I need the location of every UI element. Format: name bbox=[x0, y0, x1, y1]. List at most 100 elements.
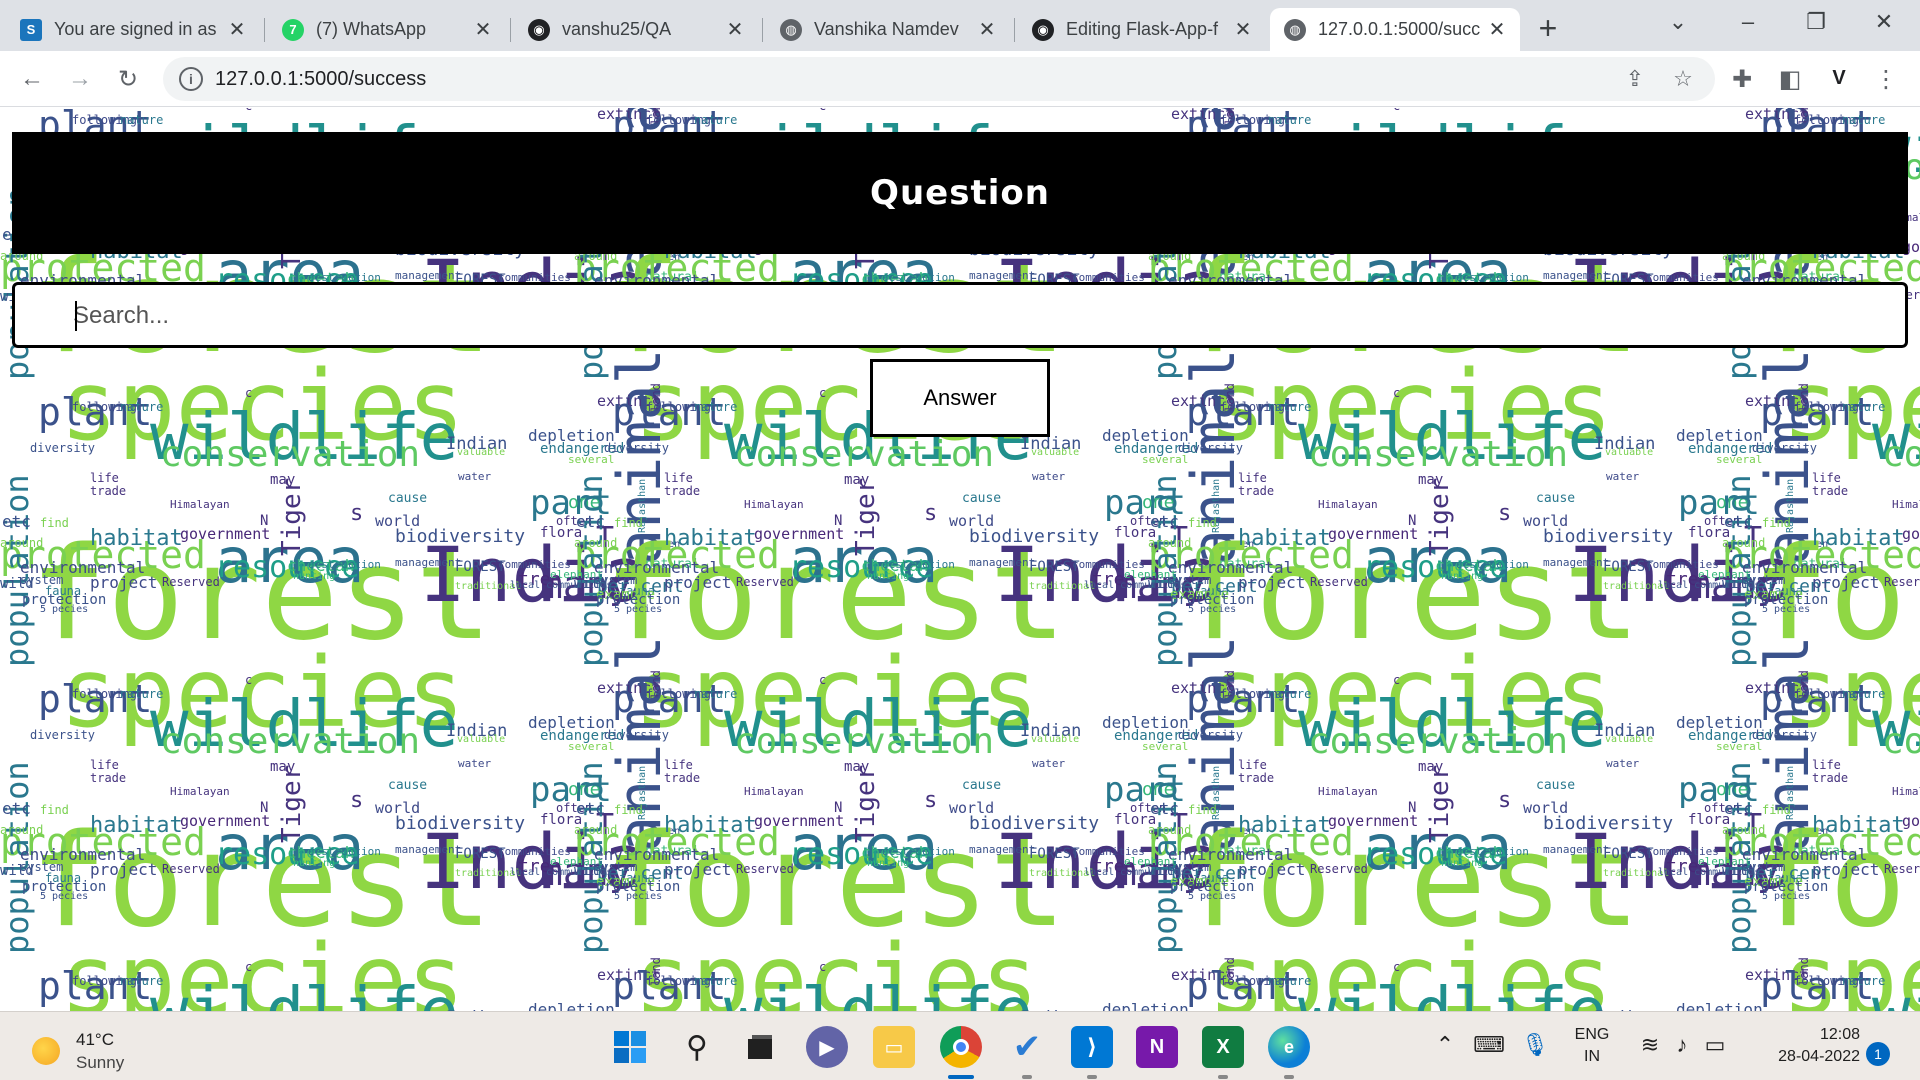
todo-check-icon[interactable]: ✔ bbox=[1006, 1026, 1048, 1068]
star-bookmark-icon[interactable]: ☆ bbox=[1669, 65, 1697, 93]
chrome-icon[interactable] bbox=[940, 1026, 982, 1068]
wordcloud-word: N bbox=[260, 800, 268, 816]
wordcloud-word: destruction bbox=[882, 845, 955, 858]
wordcloud-word: N bbox=[834, 800, 842, 816]
search-input[interactable] bbox=[73, 299, 1873, 333]
wordcloud-word: diversity bbox=[30, 441, 95, 455]
wordcloud-word: habitat bbox=[664, 813, 757, 838]
wordcloud-word: cause bbox=[388, 778, 427, 793]
wordcloud-word: may bbox=[270, 472, 295, 488]
new-tab-button[interactable]: + bbox=[1530, 10, 1566, 46]
excel-icon[interactable]: X bbox=[1202, 1026, 1244, 1068]
windows-start-icon[interactable] bbox=[609, 1026, 651, 1068]
close-icon[interactable]: ✕ bbox=[1232, 19, 1254, 41]
weather-widget[interactable]: 41°C Sunny bbox=[32, 1028, 124, 1074]
tab-0[interactable]: S You are signed in as ✕ bbox=[6, 8, 260, 51]
close-icon[interactable]: ✕ bbox=[724, 19, 746, 41]
tab-separator bbox=[1014, 18, 1015, 42]
wordcloud-word: water bbox=[458, 757, 491, 770]
wordcloud-word: life bbox=[1238, 471, 1267, 485]
tray-chevron-up-icon[interactable]: ⌃ bbox=[1432, 1032, 1458, 1058]
wordcloud-word: etc bbox=[1150, 799, 1179, 818]
forward-arrow-icon[interactable]: → bbox=[62, 61, 98, 97]
wordcloud-word: habitat bbox=[664, 526, 757, 551]
teams-chat-icon[interactable]: ▶ bbox=[806, 1026, 848, 1068]
wordcloud-word: valuable bbox=[1605, 734, 1653, 745]
address-bar[interactable]: i 127.0.0.1:5000/success ⇪ ☆ bbox=[163, 57, 1715, 101]
wordcloud-word: destruction bbox=[308, 558, 381, 571]
keyboard-icon[interactable]: ⌨ bbox=[1473, 1032, 1505, 1058]
clock[interactable]: 12:08 28-04-2022 bbox=[1744, 1024, 1860, 1068]
url-text[interactable]: 127.0.0.1:5000/success bbox=[215, 68, 426, 91]
wordcloud-word: project bbox=[1238, 860, 1305, 879]
wordcloud-word: conservation bbox=[1308, 434, 1568, 475]
close-icon[interactable]: ✕ bbox=[472, 19, 494, 41]
wordcloud-word: system bbox=[20, 573, 63, 587]
battery-icon[interactable]: ▭ bbox=[1700, 1032, 1730, 1058]
profile-avatar[interactable]: V bbox=[1822, 61, 1856, 95]
wordcloud-word: 5 pecies bbox=[40, 891, 88, 902]
globe-icon: ◍ bbox=[1284, 18, 1306, 41]
wordcloud-word: trade bbox=[1238, 484, 1274, 498]
wordcloud-word: project bbox=[90, 860, 157, 879]
active-app-indicator bbox=[948, 1075, 974, 1079]
wordcloud-word: conservation bbox=[734, 721, 994, 762]
notification-badge[interactable]: 1 bbox=[1866, 1042, 1890, 1066]
close-icon[interactable]: ✕ bbox=[226, 19, 248, 41]
wordcloud-word: Tiger bbox=[277, 765, 307, 843]
wordcloud-word: life bbox=[90, 758, 119, 772]
kebab-menu-icon[interactable]: ⋮ bbox=[1868, 61, 1904, 97]
wordcloud-word: diversity bbox=[1752, 728, 1817, 742]
wordcloud-word: valuable bbox=[1031, 447, 1079, 458]
answer-button[interactable]: Answer bbox=[870, 359, 1050, 437]
wifi-icon[interactable]: ≋ bbox=[1636, 1032, 1664, 1058]
tab-4[interactable]: ◉ Editing Flask-App-f ✕ bbox=[1018, 8, 1266, 51]
volume-icon[interactable]: ♪ bbox=[1668, 1032, 1696, 1058]
site-info-icon[interactable]: i bbox=[179, 67, 203, 91]
back-arrow-icon[interactable]: ← bbox=[14, 61, 50, 97]
wordcloud-word: habitat bbox=[1238, 813, 1331, 838]
tab-1[interactable]: 7 (7) WhatsApp ✕ bbox=[268, 8, 506, 51]
onenote-icon[interactable]: N bbox=[1136, 1026, 1178, 1068]
restore-icon[interactable]: ❐ bbox=[1786, 0, 1846, 44]
reload-icon[interactable]: ↻ bbox=[110, 61, 146, 97]
wordcloud-word: may bbox=[844, 472, 869, 488]
wordcloud-word: Himalayan bbox=[1892, 785, 1920, 798]
wordcloud-word: cause bbox=[388, 491, 427, 506]
tab-search-chevron-icon[interactable]: ⌄ bbox=[1648, 0, 1708, 44]
wordcloud-word: management bbox=[1543, 556, 1609, 569]
close-icon[interactable]: ✕ bbox=[1486, 19, 1508, 41]
tab-5-active[interactable]: ◍ 127.0.0.1:5000/succe ✕ bbox=[1270, 8, 1520, 51]
edge-icon[interactable]: e bbox=[1268, 1026, 1310, 1068]
wordcloud-word: project bbox=[1238, 573, 1305, 592]
tab-3[interactable]: ◍ Vanshika Namdev ✕ bbox=[766, 8, 1010, 51]
wordcloud-word: government bbox=[1902, 525, 1920, 543]
search-icon[interactable]: ⚲ bbox=[676, 1026, 718, 1068]
vscode-icon[interactable]: ⟩ bbox=[1071, 1026, 1113, 1068]
wordcloud-word: project bbox=[1812, 573, 1879, 592]
wordcloud-word: life bbox=[664, 758, 693, 772]
window-close-icon[interactable]: ✕ bbox=[1854, 0, 1914, 44]
minimize-icon[interactable]: – bbox=[1718, 0, 1778, 44]
wordcloud-word: management bbox=[1543, 269, 1609, 282]
share-icon[interactable]: ⇪ bbox=[1621, 65, 1649, 93]
side-panel-icon[interactable]: ◧ bbox=[1772, 61, 1808, 97]
wordcloud-word: Reserved bbox=[736, 862, 794, 876]
wordcloud-word: nature bbox=[1268, 974, 1311, 988]
wordcloud-word: world bbox=[375, 799, 420, 817]
language-indicator[interactable]: ENG IN bbox=[1566, 1024, 1618, 1068]
wordcloud-word: hunting bbox=[1441, 858, 1483, 869]
wordcloud-word: find bbox=[614, 516, 643, 530]
wordcloud-word: etc bbox=[576, 512, 605, 531]
close-icon[interactable]: ✕ bbox=[976, 19, 998, 41]
microphone-icon[interactable]: 🎙 bbox=[1521, 1032, 1549, 1058]
wordcloud-word: nature bbox=[1268, 687, 1311, 701]
wordcloud-word: diversity bbox=[30, 728, 95, 742]
file-explorer-icon[interactable]: ▭ bbox=[873, 1026, 915, 1068]
tab-2[interactable]: ◉ vanshu25/QA ✕ bbox=[514, 8, 758, 51]
extensions-puzzle-icon[interactable]: ✚ bbox=[1724, 61, 1760, 97]
wordcloud-word: 5 pecies bbox=[614, 604, 662, 615]
wordcloud-word: c bbox=[1393, 108, 1400, 113]
wordcloud-word: hunting bbox=[867, 571, 909, 582]
task-view-icon[interactable] bbox=[739, 1026, 781, 1068]
